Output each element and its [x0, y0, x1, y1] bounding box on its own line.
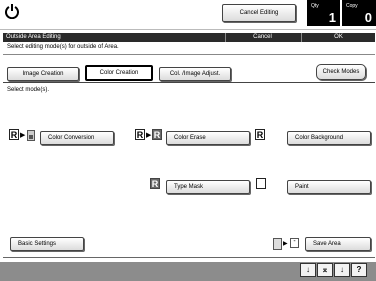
divider — [3, 257, 375, 258]
r-erased-icon: R — [152, 129, 162, 140]
mode-panel — [3, 82, 375, 257]
document-icon — [273, 238, 282, 250]
select-modes-label: Select mode(s). — [7, 87, 50, 93]
arrow-down-icon[interactable]: ↓ — [334, 263, 350, 277]
ok-button[interactable]: OK — [301, 33, 375, 42]
paint-swatch-icon — [256, 178, 266, 189]
r-source-icon: R — [9, 129, 19, 140]
qty-label: Qty — [311, 3, 319, 9]
instruction-text: Select editing mode(s) for outside of Ar… — [7, 44, 119, 50]
title-bar: Outside Area Editing Cancel OK — [3, 33, 375, 42]
cancel-editing-button[interactable]: Cancel Editing — [222, 4, 296, 22]
arrow-down-icon[interactable]: ↓ — [300, 263, 316, 277]
color-erase-button[interactable]: Color Erase — [166, 131, 250, 145]
color-background-button[interactable]: Color Background — [287, 131, 371, 145]
copy-label: Copy — [346, 3, 358, 9]
save-area-icon: " — [290, 238, 299, 248]
arrow-right-icon: ▶ — [146, 132, 152, 139]
page-title: Outside Area Editing — [6, 34, 61, 40]
divider — [3, 54, 375, 55]
color-conversion-button[interactable]: Color Conversion — [40, 131, 114, 145]
top-bar: Cancel Editing Qty 1 Copy 0 — [0, 0, 376, 30]
r-source-icon: R — [135, 129, 145, 140]
copy-value: 0 — [364, 10, 372, 25]
arrow-right-icon: ▶ — [20, 132, 26, 139]
save-area-button[interactable]: Save Area — [305, 237, 371, 251]
power-icon[interactable] — [4, 3, 20, 19]
scroll-icon[interactable]: ⌅ — [317, 263, 333, 277]
check-modes-button[interactable]: Check Modes — [316, 64, 366, 80]
r-background-icon: R — [255, 129, 265, 140]
cancel-button[interactable]: Cancel — [225, 33, 299, 42]
tab-col-image-adjust[interactable]: Col. /Image Adjust. — [159, 67, 231, 81]
paint-button[interactable]: Paint — [287, 180, 371, 194]
copy-display: Copy 0 — [342, 0, 376, 26]
arrow-right-icon: ▶ — [283, 241, 288, 247]
tab-image-creation[interactable]: Image Creation — [7, 67, 79, 81]
type-mask-button[interactable]: Type Mask — [166, 180, 250, 194]
tab-color-creation[interactable]: Color Creation — [85, 65, 153, 81]
basic-settings-button[interactable]: Basic Settings — [10, 237, 84, 251]
qty-value: 1 — [328, 10, 336, 25]
help-icon[interactable]: ? — [351, 263, 367, 277]
qty-display: Qty 1 — [307, 0, 340, 26]
color-doc-icon — [27, 130, 35, 141]
r-mask-icon: R — [150, 178, 160, 189]
